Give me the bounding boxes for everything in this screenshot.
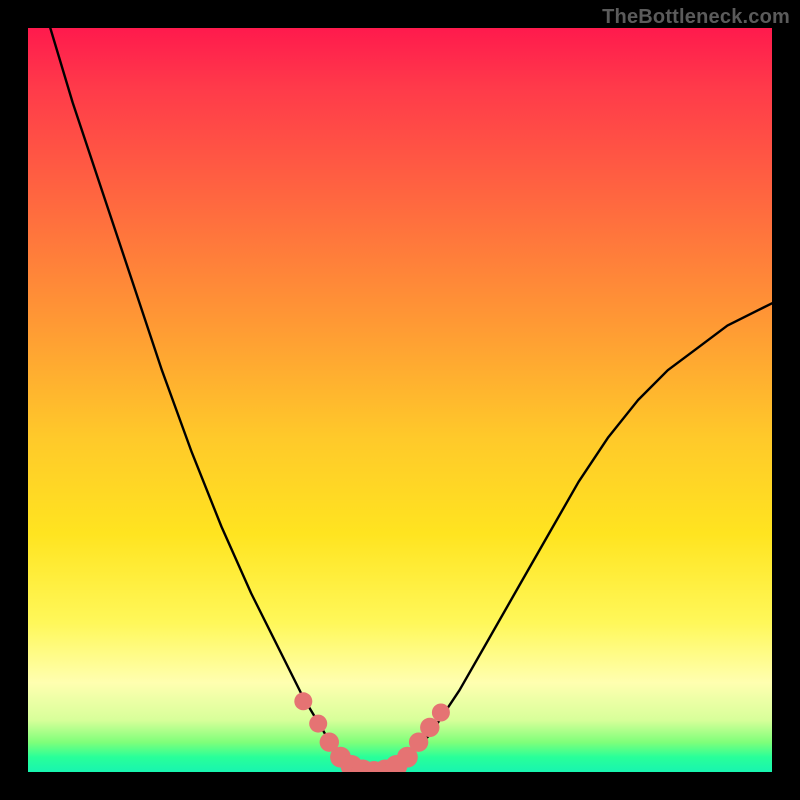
chart-plot-area — [28, 28, 772, 772]
chart-frame: TheBottleneck.com — [0, 0, 800, 800]
bottleneck-curve — [50, 28, 772, 772]
marker-layer — [294, 692, 450, 772]
trough-marker — [420, 718, 439, 737]
trough-marker — [294, 692, 312, 710]
trough-marker — [309, 715, 327, 733]
watermark-text: TheBottleneck.com — [602, 6, 790, 29]
curve-layer — [50, 28, 772, 772]
trough-marker — [432, 704, 450, 722]
chart-svg — [28, 28, 772, 772]
